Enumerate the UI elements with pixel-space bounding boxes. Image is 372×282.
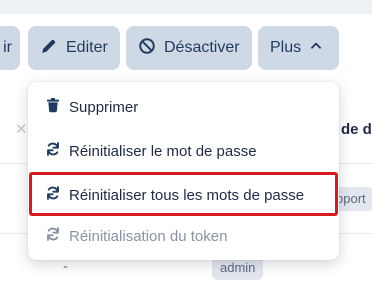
menu-item-delete[interactable]: Supprimer xyxy=(28,87,339,127)
menu-item-reset-password[interactable]: Réinitialiser le mot de passe xyxy=(28,131,339,171)
menu-item-label: Réinitialiser tous les mots de passe xyxy=(69,186,305,204)
table-column-header: de d xyxy=(341,121,372,138)
menu-item-label: Supprimer xyxy=(69,98,139,116)
menu-item-label: Réinitialiser le mot de passe xyxy=(69,142,257,160)
menu-item-reset-all-passwords[interactable]: Réinitialiser tous les mots de passe xyxy=(28,175,339,215)
refresh-icon xyxy=(45,141,61,161)
ban-icon xyxy=(138,37,156,60)
edit-button-label: Editer xyxy=(66,39,108,56)
trash-icon xyxy=(45,97,61,117)
toolbar-partial-label: ir xyxy=(3,39,12,56)
page-top-band xyxy=(0,0,372,14)
deactivate-button-label: Désactiver xyxy=(164,39,240,56)
refresh-icon xyxy=(45,185,61,205)
refresh-icon xyxy=(45,226,61,246)
table-cell-empty: - xyxy=(63,258,68,275)
menu-item-reset-token[interactable]: Réinitialisation du token xyxy=(28,216,339,256)
more-button-label: Plus xyxy=(270,39,302,56)
deactivate-button[interactable]: Désactiver xyxy=(126,26,252,70)
more-button[interactable]: Plus xyxy=(258,26,339,70)
toolbar-partial-button[interactable]: ir xyxy=(0,26,20,70)
more-actions-dropdown: Supprimer Réinitialiser le mot de passe … xyxy=(28,82,339,260)
close-icon: ✕ xyxy=(15,121,28,138)
chevron-up-icon xyxy=(309,39,323,58)
pencil-icon xyxy=(40,37,58,60)
menu-item-label: Réinitialisation du token xyxy=(69,227,228,245)
edit-button[interactable]: Editer xyxy=(28,26,120,70)
